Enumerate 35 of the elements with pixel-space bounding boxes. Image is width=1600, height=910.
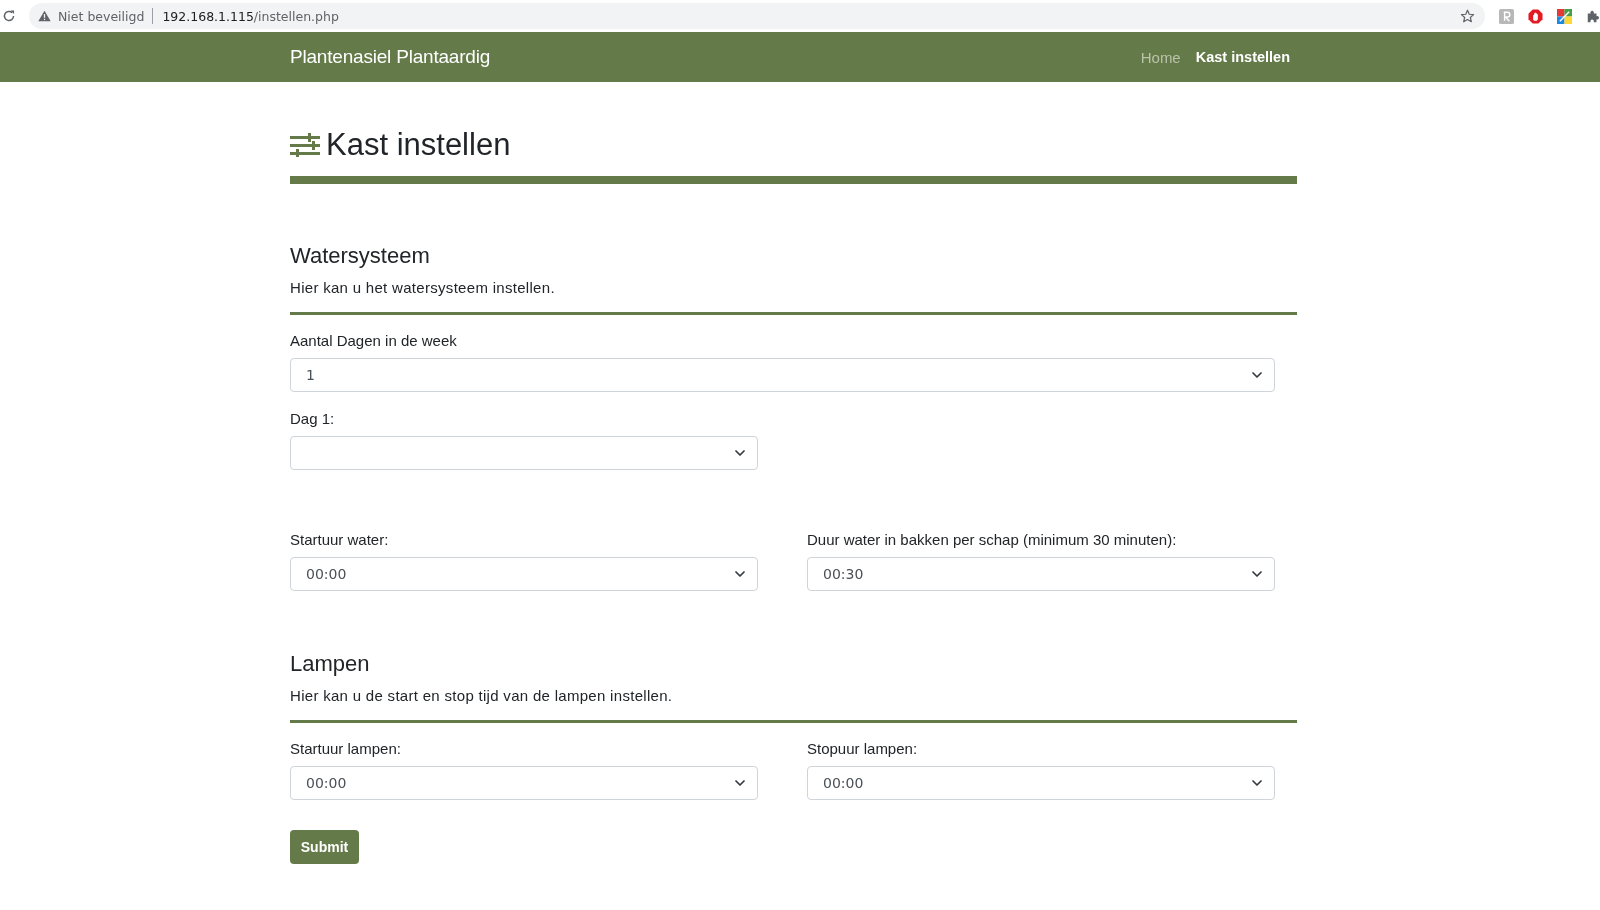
sliders-icon — [290, 133, 320, 157]
section-title: Lampen — [290, 650, 370, 678]
color-tiles-icon[interactable] — [1557, 8, 1572, 24]
section-title: Watersysteem — [290, 242, 430, 270]
field-label: Aantal Dagen in de week — [290, 331, 457, 351]
field-label: Duur water in bakken per schap (minimum 30 minuten): — [807, 530, 1177, 550]
caret-icon — [1252, 372, 1262, 378]
section-description: Hier kan u het watersysteem instellen. — [290, 278, 555, 298]
section-description: Hier kan u de start en stop tijd van de lampen instellen. — [290, 686, 673, 706]
puzzle-icon[interactable] — [1586, 9, 1600, 23]
page-title: Kast instellen — [326, 127, 511, 163]
caret-icon — [1252, 780, 1262, 786]
field-label: Stopuur lampen: — [807, 739, 918, 759]
bookmark-star-icon[interactable] — [1460, 8, 1475, 24]
brand-link[interactable]: Plantenasiel Plantaardig — [290, 46, 491, 68]
url-text: 192.168.1.115/instellen.php — [162, 8, 339, 24]
reload-icon[interactable] — [2, 9, 16, 23]
address-bar[interactable]: Niet beveiligd 192.168.1.115/instellen.php — [29, 3, 1485, 29]
caret-icon — [735, 450, 745, 456]
field-label: Startuur lampen: — [290, 739, 401, 759]
dropdown-select[interactable]: 1 — [290, 358, 1275, 392]
nav-link[interactable]: Kast instellen — [1195, 48, 1290, 66]
dropdown-select[interactable]: 00:00 — [290, 766, 758, 800]
caret-icon — [1252, 571, 1262, 577]
field-label: Dag 1: — [290, 409, 335, 429]
dropdown-select[interactable]: 00:30 — [807, 557, 1275, 591]
stop-sign-icon[interactable] — [1528, 8, 1543, 24]
caret-icon — [735, 571, 745, 577]
dropdown-select[interactable]: 00:00 — [290, 557, 758, 591]
field-label: Startuur water: — [290, 530, 389, 550]
warning-icon — [38, 10, 51, 22]
submit-button[interactable]: Submit — [290, 830, 359, 864]
dropdown-select[interactable]: 00:00 — [807, 766, 1275, 800]
caret-icon — [735, 780, 745, 786]
security-indicator[interactable]: Niet beveiligd — [38, 8, 145, 24]
